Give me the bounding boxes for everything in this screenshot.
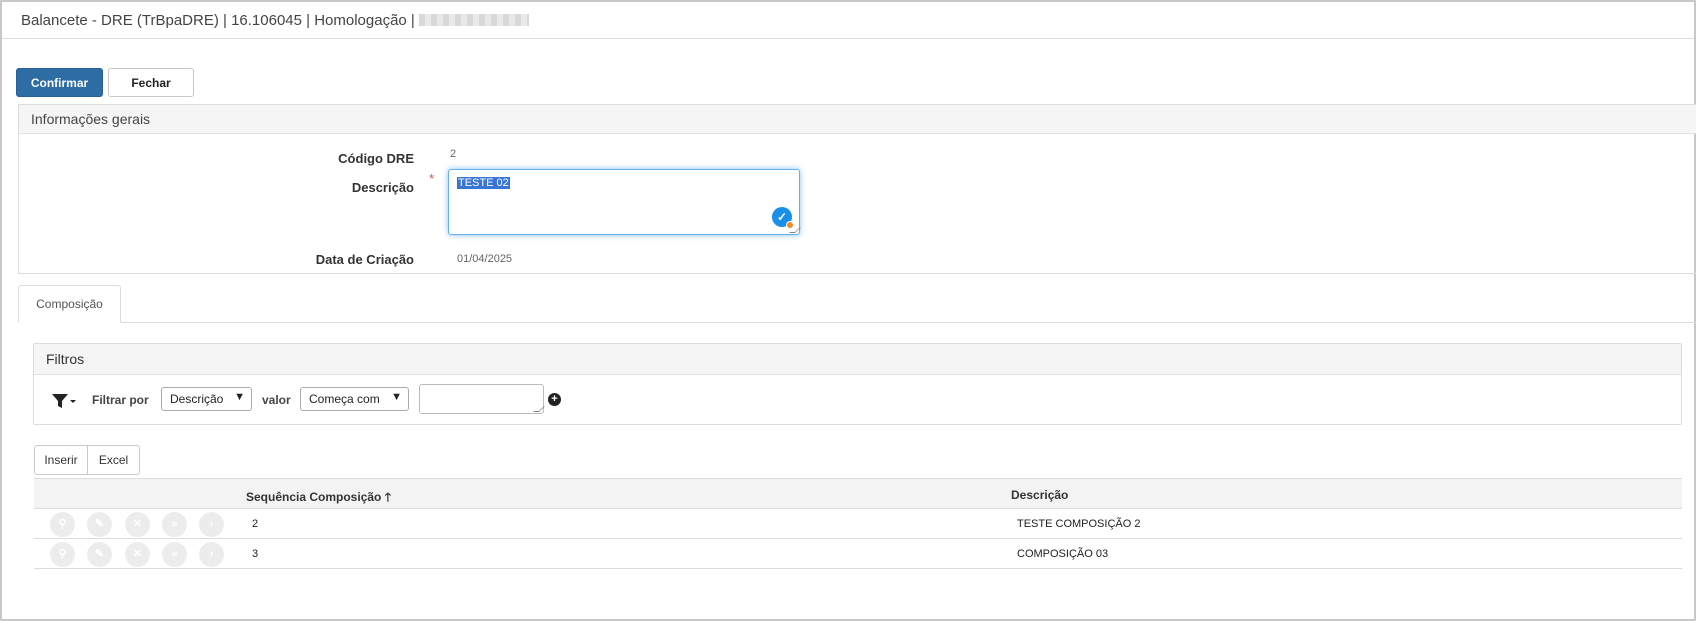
cell-sequencia: 2 [252,518,259,530]
fast-forward-icon[interactable]: » [162,542,187,567]
next-icon[interactable]: › [199,542,224,567]
window-title: Balancete - DRE (TrBpaDRE) | 16.106045 |… [2,2,1694,39]
next-icon[interactable]: › [199,512,224,537]
add-filter-icon[interactable]: + [548,393,561,406]
fast-forward-icon[interactable]: » [162,512,187,537]
filter-operator-select[interactable]: Começa com ▼ [300,387,409,411]
chevron-down-icon: ▼ [234,391,245,403]
edit-icon[interactable]: ✎ [87,542,112,567]
data-criacao-label: Data de Criação [315,252,414,267]
sort-ascending-icon: 🡑 [384,490,391,504]
value-label: valor [262,393,291,407]
grid-toolbar: Inserir Excel [34,445,140,475]
general-info-header: Informações gerais [19,105,1696,134]
delete-icon[interactable]: ✕ [125,542,150,567]
cell-sequencia: 3 [252,548,259,560]
descricao-label: Descrição [351,180,414,195]
filters-header: Filtros [34,344,1681,375]
confirm-button[interactable]: Confirmar [16,68,103,97]
codigo-dre-value: 2 [450,148,457,160]
codigo-dre-label: Código DRE [338,151,414,166]
filter-operator-value: Começa com [309,392,380,406]
descricao-textarea[interactable]: TESTE 02 ✓ [448,169,801,235]
redacted-environment-name [418,14,529,26]
excel-button[interactable]: Excel [88,445,140,475]
filter-field-value: Descrição [170,392,224,406]
filter-field-select[interactable]: Descrição ▼ [161,387,252,411]
spellcheck-check-icon[interactable]: ✓ [772,207,794,229]
descricao-text: TESTE 02 [457,177,510,189]
composition-grid: Sequência Composição 🡑 Descrição ⚲ ✎ ✕ »… [34,478,1682,569]
required-marker: * [429,171,435,186]
view-icon[interactable]: ⚲ [50,542,75,567]
cell-descricao: COMPOSIÇÃO 03 [1017,548,1109,560]
data-criacao-value: 01/04/2025 [457,253,513,265]
table-row[interactable]: ⚲ ✎ ✕ » › 3 COMPOSIÇÃO 03 [34,539,1682,569]
close-button[interactable]: Fechar [108,68,194,97]
column-header-descricao[interactable]: Descrição [1011,488,1068,502]
grid-header: Sequência Composição 🡑 Descrição [34,478,1682,509]
cell-descricao: TESTE COMPOSIÇÃO 2 [1017,518,1141,530]
resize-grip-icon[interactable] [533,406,545,412]
filter-by-label: Filtrar por [92,393,149,407]
table-row[interactable]: ⚲ ✎ ✕ » › 2 TESTE COMPOSIÇÃO 2 [34,509,1682,539]
window-title-text: Balancete - DRE (TrBpaDRE) | 16.106045 |… [21,12,415,29]
edit-icon[interactable]: ✎ [87,512,112,537]
insert-button[interactable]: Inserir [34,445,88,475]
column-header-sequencia[interactable]: Sequência Composição 🡑 [246,488,391,509]
chevron-down-icon: ▼ [391,391,402,403]
filter-menu-icon[interactable] [50,391,76,411]
filters-panel: Filtros [33,343,1682,425]
tab-composicao[interactable]: Composição [18,285,121,323]
filter-value-input[interactable] [419,384,545,414]
tabs-divider [18,322,1696,323]
column-header-sequencia-label: Sequência Composição [246,490,382,504]
delete-icon[interactable]: ✕ [125,512,150,537]
app-window: Balancete - DRE (TrBpaDRE) | 16.106045 |… [0,0,1696,621]
view-icon[interactable]: ⚲ [50,512,75,537]
